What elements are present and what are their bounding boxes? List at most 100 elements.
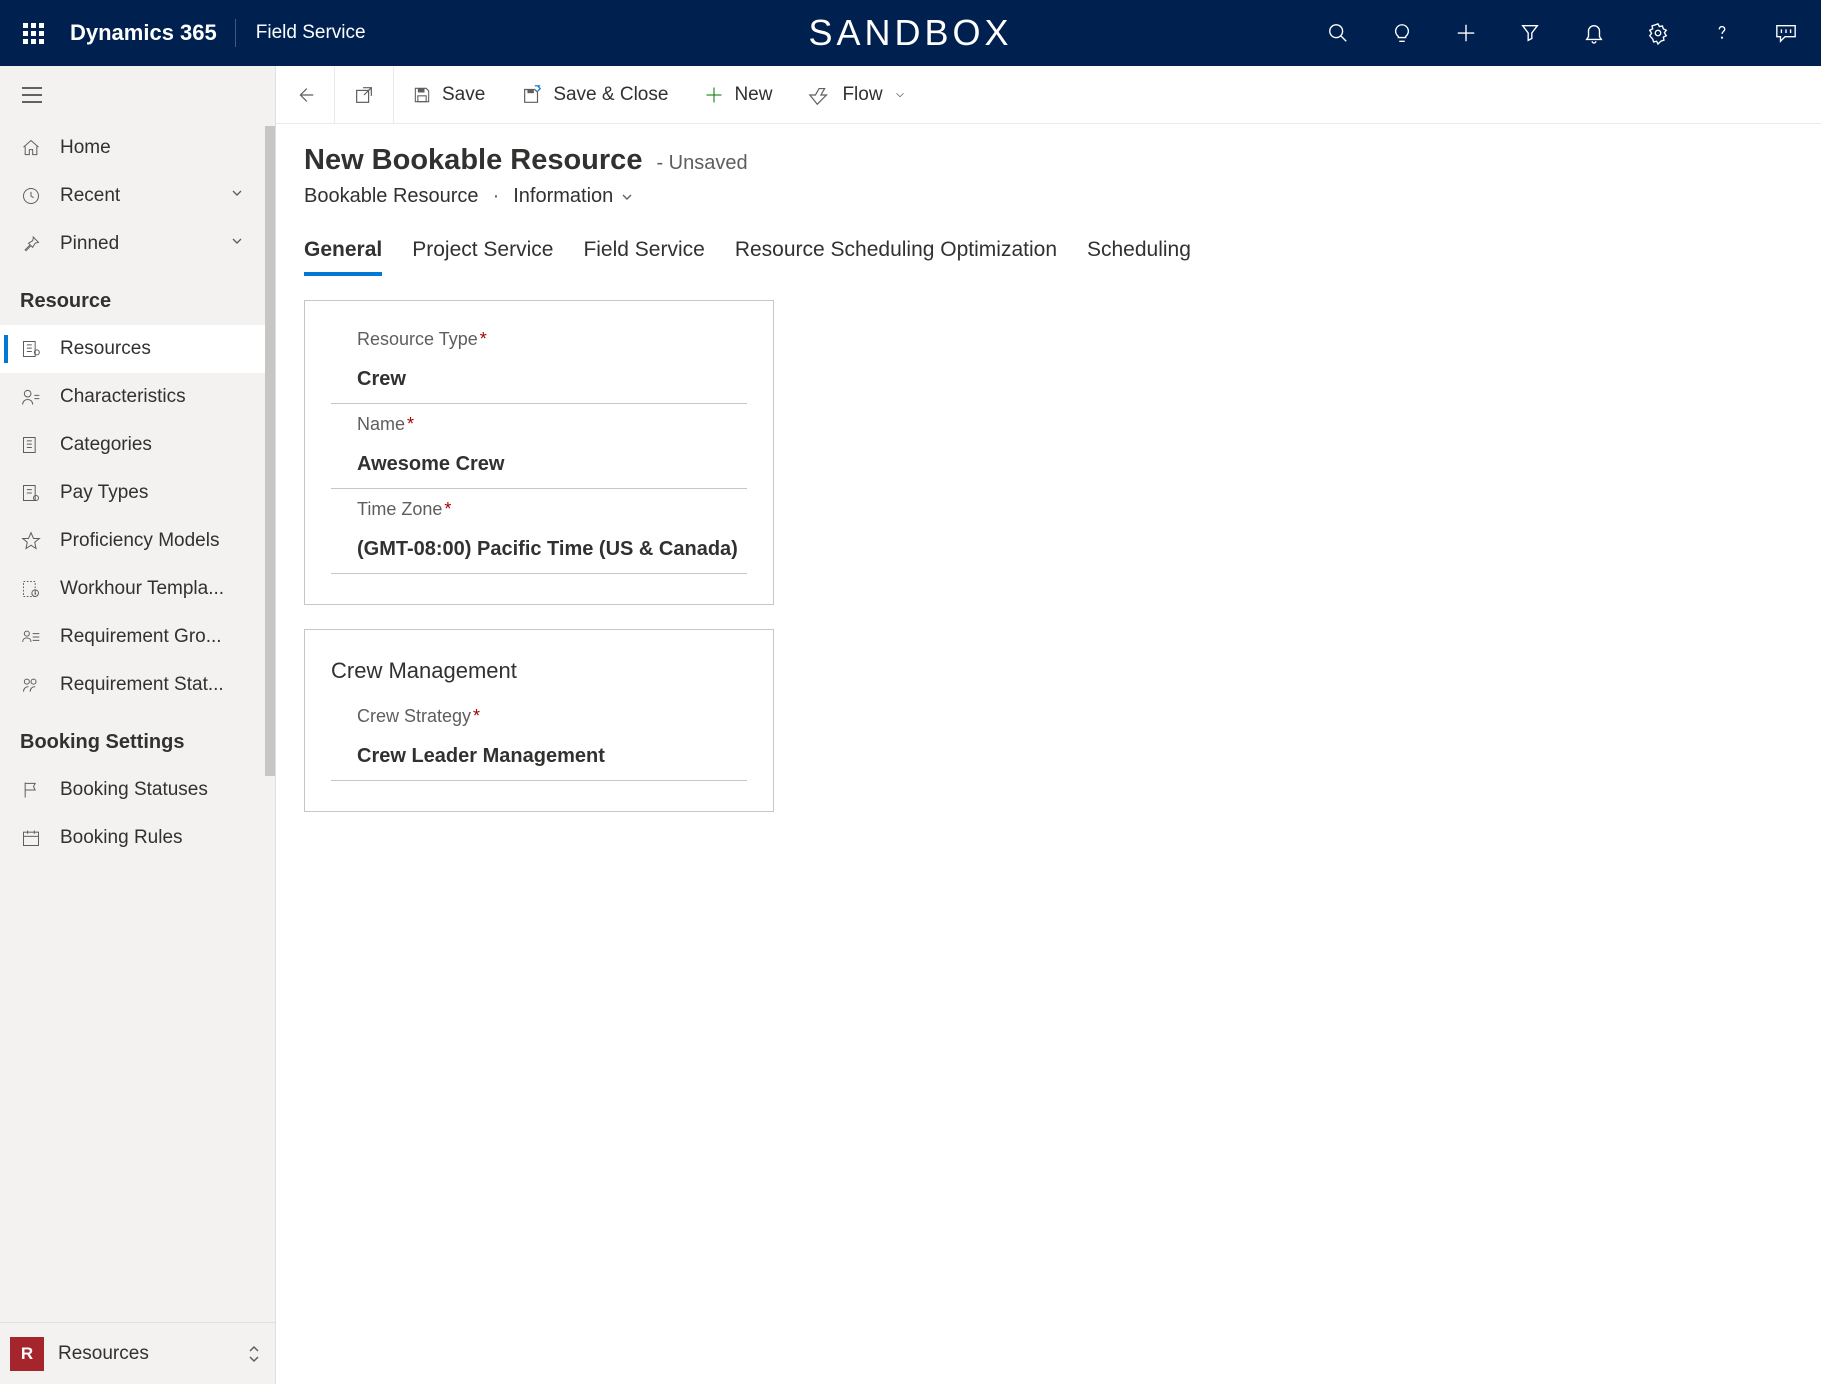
plus-icon [1455,22,1477,44]
nav-collapse-button[interactable] [0,66,275,124]
assistant-button[interactable] [1775,22,1797,44]
brand-separator [235,19,236,47]
plus-icon [704,85,724,105]
field-label: Crew Strategy* [331,706,747,727]
nav-group-resource: Resource [0,268,275,325]
sidebar-item-workhour[interactable]: Workhour Templa... [0,565,275,613]
open-new-window-button[interactable] [335,66,394,123]
sidebar-item-label: Pinned [60,233,211,255]
label-text: Crew Strategy [357,706,471,726]
save-icon [412,85,432,105]
form-tabs: General Project Service Field Service Re… [304,238,1793,276]
field-crew-strategy[interactable]: Crew Strategy* Crew Leader Management [331,706,747,781]
sidebar-item-label: Home [60,137,275,159]
content-area: Save Save & Close New Flow New Bookable … [276,66,1821,1384]
label-text: Resource Type [357,329,478,349]
calendar-icon [20,827,42,849]
sidebar-item-characteristics[interactable]: Characteristics [0,373,275,421]
search-button[interactable] [1327,22,1349,44]
bell-icon [1583,22,1605,44]
sidebar-item-home[interactable]: Home [0,124,275,172]
sidebar-item-reqgroups[interactable]: Requirement Gro... [0,613,275,661]
sidebar-item-pinned[interactable]: Pinned [0,220,275,268]
breadcrumb-separator: · [493,185,500,208]
field-name[interactable]: Name* Awesome Crew [331,414,747,489]
sidebar-item-label: Booking Statuses [60,779,275,801]
page-body: New Bookable Resource - Unsaved Bookable… [276,124,1821,1384]
save-status: - Unsaved [656,152,747,175]
form-breadcrumb: Bookable Resource · Information [304,185,1793,208]
shell: Home Recent Pinned Resource Resources Ch… [0,66,1821,1384]
quick-create-button[interactable] [1455,22,1477,44]
nav-group-booking: Booking Settings [0,709,275,766]
new-button[interactable]: New [686,66,790,123]
app-launcher-button[interactable] [10,23,56,44]
sidebar-item-bookingstatuses[interactable]: Booking Statuses [0,766,275,814]
help-button[interactable] [1711,22,1733,44]
page-title: New Bookable Resource [304,144,642,177]
field-value: Crew Leader Management [331,745,747,768]
notifications-button[interactable] [1583,22,1605,44]
sidebar-item-reqstatus[interactable]: Requirement Stat... [0,661,275,709]
popout-icon [353,84,375,106]
ideas-button[interactable] [1391,22,1413,44]
sidebar-item-paytypes[interactable]: Pay Types [0,469,275,517]
sidebar-item-label: Categories [60,434,275,456]
tab-general[interactable]: General [304,238,382,276]
save-button[interactable]: Save [394,66,503,123]
section-crew-management: Crew Management Crew Strategy* Crew Lead… [304,629,774,812]
back-button[interactable] [276,66,335,123]
tab-field-service[interactable]: Field Service [583,238,704,276]
nav-scroll: Home Recent Pinned Resource Resources Ch… [0,124,275,1322]
chevron-down-icon [229,233,245,255]
list-icon [20,434,42,456]
advanced-find-button[interactable] [1519,22,1541,44]
brand-label[interactable]: Dynamics 365 [70,20,217,46]
field-value: Awesome Crew [331,453,747,476]
cmd-label: New [734,84,772,106]
sidebar-item-proficiency[interactable]: Proficiency Models [0,517,275,565]
settings-button[interactable] [1647,22,1669,44]
sidebar-item-label: Characteristics [60,386,275,408]
resource-icon [20,338,42,360]
home-icon [20,137,42,159]
group-icon [20,626,42,648]
status-icon [20,674,42,696]
gear-icon [1647,22,1669,44]
flag-icon [20,779,42,801]
field-resource-type[interactable]: Resource Type* Crew [331,329,747,404]
sidebar-item-recent[interactable]: Recent [0,172,275,220]
field-value: Crew [331,368,747,391]
area-label: Resources [58,1343,233,1365]
cmd-label: Flow [842,84,882,106]
cmd-label: Save [442,84,485,106]
tab-rso[interactable]: Resource Scheduling Optimization [735,238,1057,276]
sidebar-item-resources[interactable]: Resources [0,325,275,373]
form-name-label: Information [513,185,613,208]
sidebar-item-label: Booking Rules [60,827,275,849]
sidebar-item-label: Recent [60,185,211,207]
sidebar-item-bookingrules[interactable]: Booking Rules [0,814,275,862]
sidebar-item-label: Proficiency Models [60,530,275,552]
form-selector[interactable]: Information [513,185,635,208]
area-switcher[interactable]: R Resources [0,1322,275,1384]
cmd-label: Save & Close [553,84,668,106]
section-general: Resource Type* Crew Name* Awesome Crew T… [304,300,774,605]
field-label: Time Zone* [331,499,747,520]
sidebar-item-label: Resources [60,338,275,360]
person-icon [20,386,42,408]
sidebar-item-label: Requirement Stat... [60,674,275,696]
search-icon [1327,22,1349,44]
tab-project-service[interactable]: Project Service [412,238,553,276]
sidebar-item-categories[interactable]: Categories [0,421,275,469]
save-close-button[interactable]: Save & Close [503,66,686,123]
clock-icon [20,185,42,207]
field-timezone[interactable]: Time Zone* (GMT-08:00) Pacific Time (US … [331,499,747,574]
label-text: Time Zone [357,499,442,519]
hamburger-icon [20,85,44,105]
flow-button[interactable]: Flow [790,66,924,123]
entity-label: Bookable Resource [304,185,479,208]
chevron-down-icon [893,88,907,102]
tab-scheduling[interactable]: Scheduling [1087,238,1191,276]
module-label[interactable]: Field Service [256,22,366,44]
